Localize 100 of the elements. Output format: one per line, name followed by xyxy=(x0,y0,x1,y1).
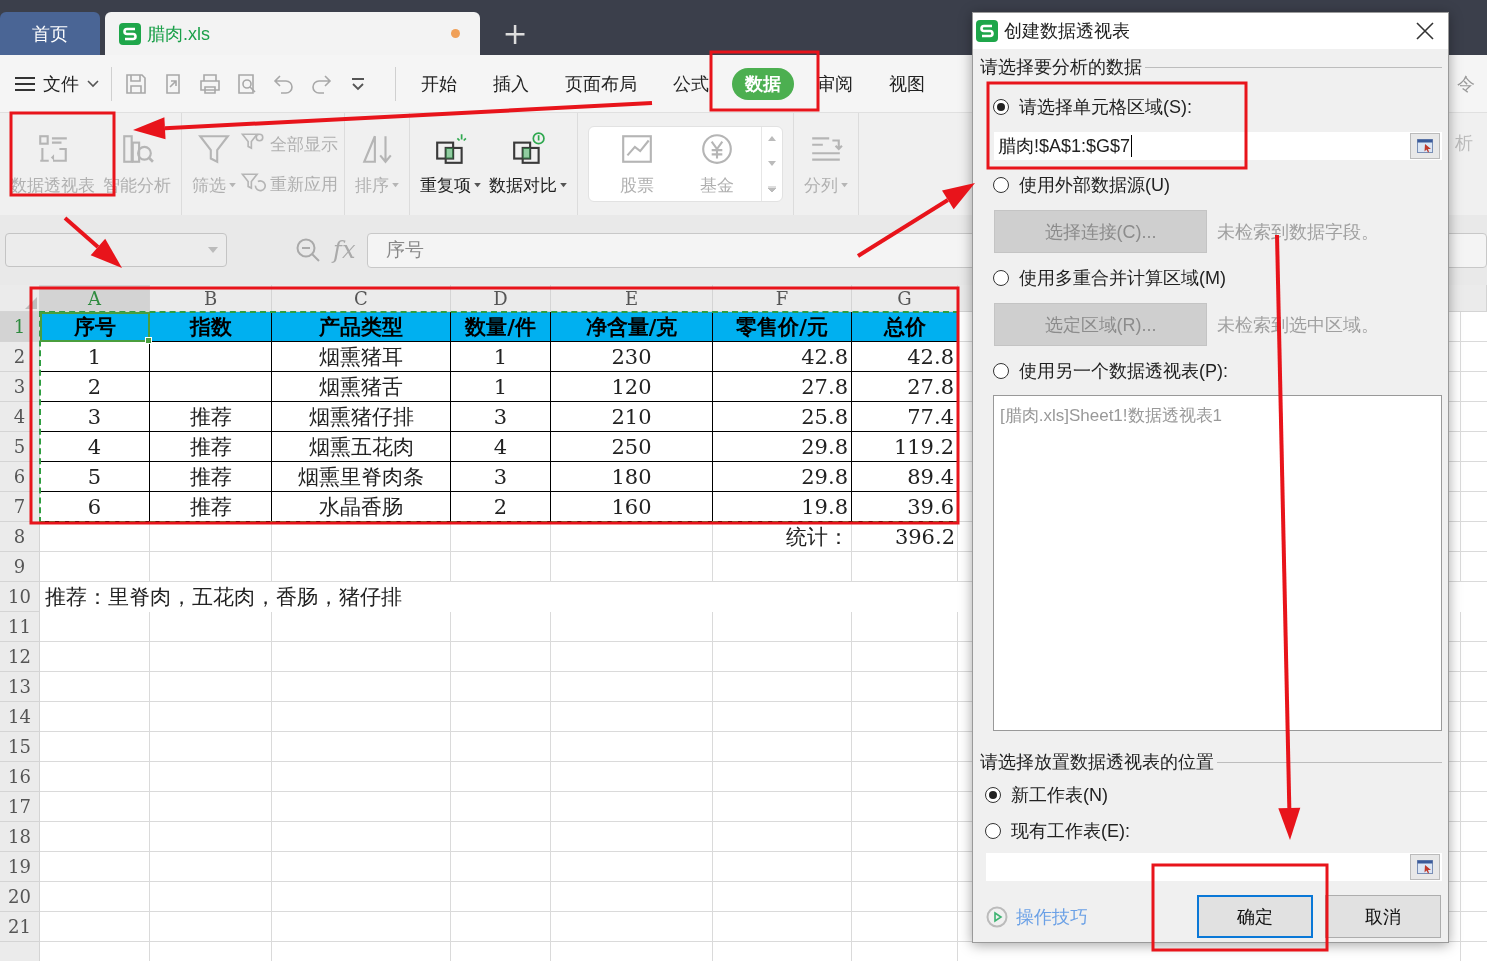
table-cell: 烟熏五花肉 xyxy=(272,432,451,462)
radio-button[interactable] xyxy=(993,99,1009,115)
row-header[interactable]: 6 xyxy=(0,462,40,492)
range-field[interactable]: 腊肉!$A$1:$G$7 xyxy=(994,132,1442,160)
row-header[interactable]: 11 xyxy=(0,612,40,642)
radio-button[interactable] xyxy=(993,363,1009,379)
select-all-button[interactable] xyxy=(25,297,37,309)
name-box[interactable] xyxy=(5,233,227,267)
table-cell: 29.8 xyxy=(713,432,852,462)
ok-button[interactable]: 确定 xyxy=(1197,895,1313,938)
row-header[interactable]: 3 xyxy=(0,372,40,402)
table-cell: 2 xyxy=(451,492,551,522)
header-cell: 总价 xyxy=(852,312,958,342)
row-header[interactable]: 21 xyxy=(0,912,40,942)
range-picker-button[interactable] xyxy=(1410,854,1440,880)
table-cell: 1 xyxy=(451,342,551,372)
row-header[interactable]: 18 xyxy=(0,822,40,852)
ribbon-button[interactable]: 数据对比 xyxy=(485,127,571,201)
sheet-app-icon xyxy=(119,22,141,45)
menu-tab[interactable]: 开始 xyxy=(408,67,470,100)
row-header[interactable]: 13 xyxy=(0,672,40,702)
row-header[interactable]: 4 xyxy=(0,402,40,432)
caret-icon xyxy=(208,247,218,253)
table-cell: 27.8 xyxy=(852,372,958,402)
option-label: 使用外部数据源(U) xyxy=(1019,174,1170,197)
table-cell: 推荐 xyxy=(150,402,272,432)
table-cell: 42.8 xyxy=(713,342,852,372)
table-cell: 160 xyxy=(551,492,713,522)
new-tab-button[interactable]: + xyxy=(485,12,545,55)
header-cell: 数量/件 xyxy=(451,312,551,342)
table-cell: 水晶香肠 xyxy=(272,492,451,522)
close-icon[interactable] xyxy=(1416,22,1434,40)
ribbon-button[interactable]: 重复项 xyxy=(416,127,485,201)
file-menu[interactable]: 文件 xyxy=(15,71,99,96)
menu-tab[interactable]: 公式 xyxy=(660,67,722,100)
range-picker-button[interactable] xyxy=(1410,133,1440,159)
radio-button[interactable] xyxy=(985,787,1001,803)
radio-button[interactable] xyxy=(985,823,1001,839)
cancel-button[interactable]: 取消 xyxy=(1325,895,1441,938)
table-cell: 250 xyxy=(551,432,713,462)
row-header[interactable]: 5 xyxy=(0,432,40,462)
option-label: 现有工作表(E): xyxy=(1011,820,1130,843)
table-cell: 2 xyxy=(40,372,150,402)
document-tab[interactable]: 首页 xyxy=(0,12,100,55)
header-cell: 指数 xyxy=(150,312,272,342)
table-cell: 烟熏猪耳 xyxy=(272,342,451,372)
document-tab[interactable]: 腊肉.xls xyxy=(105,12,480,55)
section-label: 请选择要分析的数据 xyxy=(980,56,1142,79)
table-cell: 210 xyxy=(551,402,713,432)
fill-handle[interactable] xyxy=(145,337,152,344)
table-cell: 77.4 xyxy=(852,402,958,432)
table-cell: 42.8 xyxy=(852,342,958,372)
menu-tab[interactable]: 插入 xyxy=(480,67,542,100)
option-label: 使用多重合并计算区域(M) xyxy=(1019,267,1226,290)
menu-tab[interactable]: 审阅 xyxy=(804,67,866,100)
table-cell: 4 xyxy=(40,432,150,462)
row-header[interactable]: 14 xyxy=(0,702,40,732)
menu-tab[interactable]: 页面布局 xyxy=(552,67,650,100)
menu-icon xyxy=(15,75,35,92)
table-cell: 180 xyxy=(551,462,713,492)
arrow xyxy=(63,216,122,268)
save-icon[interactable] xyxy=(124,71,148,96)
option-label: 使用另一个数据透视表(P): xyxy=(1019,360,1228,383)
table-cell: 推荐 xyxy=(150,462,272,492)
row-header[interactable]: 19 xyxy=(0,852,40,882)
row-header[interactable]: 7 xyxy=(0,492,40,522)
squares-icon xyxy=(511,131,545,166)
table-cell-text: 396.2 xyxy=(893,524,956,551)
dialog-title: 创建数据透视表 xyxy=(1004,20,1130,43)
table-cell: 27.8 xyxy=(713,372,852,402)
row-header[interactable]: 20 xyxy=(0,882,40,912)
yen-icon xyxy=(700,131,734,166)
table-cell: 5 xyxy=(40,462,150,492)
table-cell: 推荐 xyxy=(150,492,272,522)
range-field[interactable] xyxy=(986,853,1442,881)
table-cursor-icon xyxy=(1417,860,1433,874)
option-label: 新工作表(N) xyxy=(1011,784,1108,807)
table-cell: 39.6 xyxy=(852,492,958,522)
print-icon[interactable] xyxy=(198,71,222,96)
chevron-down-icon xyxy=(87,79,99,88)
table-cell: 烟熏里脊肉条 xyxy=(272,462,451,492)
row-header[interactable]: 16 xyxy=(0,762,40,792)
menu-label: 令 xyxy=(1457,73,1475,96)
row-header[interactable]: 2 xyxy=(0,342,40,372)
row-header[interactable]: 12 xyxy=(0,642,40,672)
table-cell: 烟熏猪仔排 xyxy=(272,402,451,432)
row-header[interactable]: 9 xyxy=(0,552,40,582)
row-header[interactable]: 17 xyxy=(0,792,40,822)
table-cursor-icon xyxy=(1417,139,1433,153)
note-text: 推荐：里脊肉，五花肉，香肠，猪仔排 xyxy=(45,584,402,611)
row-header[interactable]: 8 xyxy=(0,522,40,552)
header-cell: 净含量/克 xyxy=(551,312,713,342)
menu-tab[interactable]: 视图 xyxy=(876,67,938,100)
table-cell: 230 xyxy=(551,342,713,372)
table-cell: 119.2 xyxy=(852,432,958,462)
table-cell: 3 xyxy=(451,402,551,432)
row-header[interactable]: 15 xyxy=(0,732,40,762)
table-cell: 1 xyxy=(451,372,551,402)
row-header[interactable]: 10 xyxy=(0,582,40,612)
table-cell: 3 xyxy=(40,402,150,432)
